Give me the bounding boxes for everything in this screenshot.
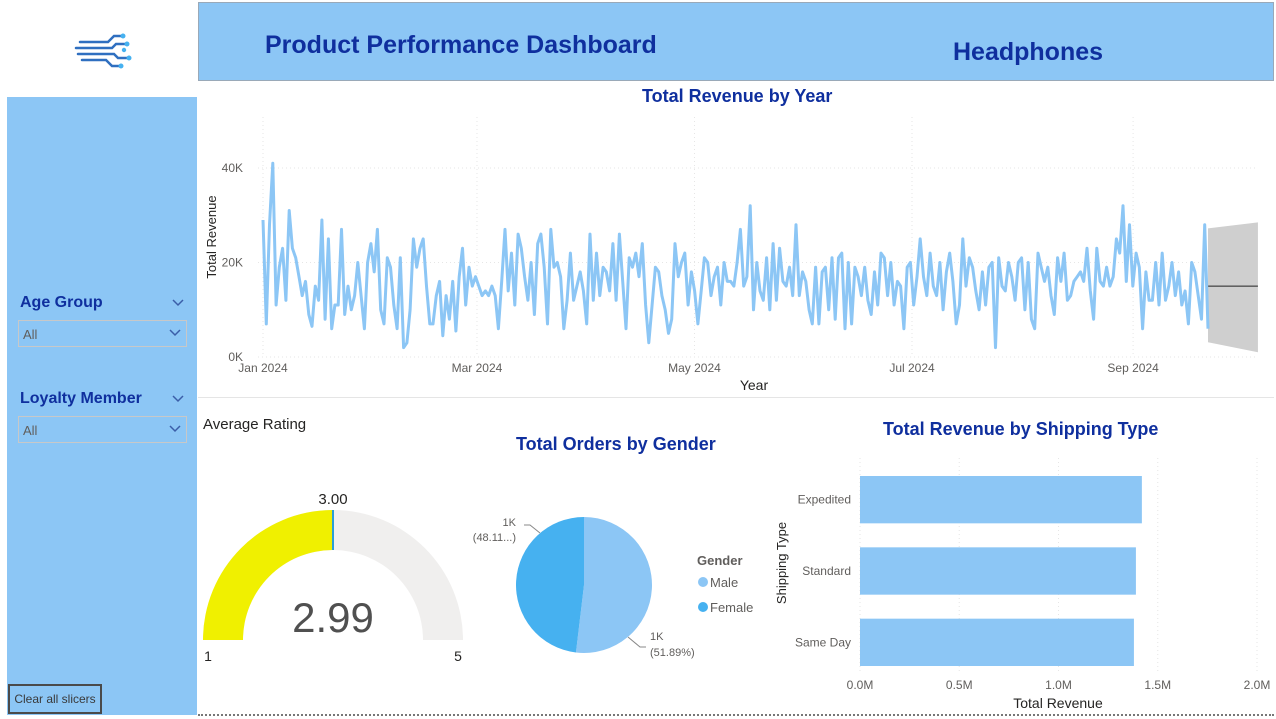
gauge-value: 2.99 bbox=[292, 594, 374, 641]
revenue-by-shipping-bar-chart[interactable]: 0.0M 0.5M 1.0M 1.5M 2.0M Expedited Standard Sam… bbox=[765, 440, 1275, 715]
male-value-label: 1K bbox=[650, 631, 664, 643]
pie-slice-female bbox=[516, 517, 584, 653]
pie-slice-male bbox=[575, 517, 653, 653]
loyalty-member-dropdown[interactable]: All bbox=[18, 416, 187, 443]
logo-panel bbox=[7, 4, 197, 96]
x-tick-label: 2.0M bbox=[1244, 678, 1271, 692]
chevron-down-icon bbox=[169, 425, 181, 433]
product-name: Headphones bbox=[953, 38, 1104, 66]
y-tick-label: 20K bbox=[222, 256, 243, 270]
x-axis-title: Year bbox=[740, 377, 769, 393]
x-tick-label: May 2024 bbox=[668, 361, 721, 375]
male-leader-line bbox=[627, 636, 646, 648]
chevron-down-icon[interactable] bbox=[171, 296, 185, 310]
loyalty-member-value: All bbox=[23, 423, 38, 438]
x-tick-label: Jan 2024 bbox=[238, 361, 288, 375]
page-border bbox=[198, 714, 1274, 717]
female-value-label: 1K bbox=[503, 517, 517, 529]
x-axis-title: Total Revenue bbox=[1013, 695, 1103, 711]
forecast-confidence-band bbox=[1208, 222, 1258, 353]
revenue-line-chart: 0K20K40KJan 2024 Mar 2024 May 2024 Jul 2024… bbox=[204, 117, 1258, 393]
x-tick-label: Mar 2024 bbox=[452, 361, 503, 375]
pie-chart-title: Total Orders by Gender bbox=[516, 434, 716, 454]
x-tick-label: 0.5M bbox=[946, 678, 973, 692]
page-title: Product Performance Dashboard bbox=[265, 31, 657, 59]
age-group-dropdown[interactable]: All bbox=[18, 320, 187, 347]
chevron-down-icon[interactable] bbox=[171, 392, 185, 406]
legend-marker-male bbox=[698, 577, 708, 587]
orders-by-gender-pie[interactable]: 1K (51.89%) 1K (48.11...) Gender Male Female bbox=[460, 485, 790, 685]
x-tick-label: 0.0M bbox=[847, 678, 874, 692]
gauge-title: Average Rating bbox=[203, 416, 307, 433]
gauge-target-label: 3.00 bbox=[318, 491, 347, 508]
gauge-min-label: 1 bbox=[204, 648, 212, 664]
female-leader-line bbox=[524, 524, 541, 534]
age-group-value: All bbox=[23, 327, 38, 342]
male-percent-label: (51.89%) bbox=[650, 647, 695, 659]
chevron-down-icon bbox=[169, 329, 181, 337]
y-tick-label: 40K bbox=[222, 161, 243, 175]
x-tick-label: 1.5M bbox=[1144, 678, 1171, 692]
category-label: Standard bbox=[802, 564, 851, 578]
x-tick-label: 1.0M bbox=[1045, 678, 1072, 692]
legend-label-male: Male bbox=[710, 575, 738, 590]
bar-expedited bbox=[860, 476, 1142, 524]
revenue-series-line bbox=[261, 161, 1210, 350]
bar-chart-title: Total Revenue by Shipping Type bbox=[883, 419, 1159, 439]
loyalty-member-slicer-title: Loyalty Member bbox=[20, 390, 142, 407]
legend-label-female: Female bbox=[710, 600, 753, 615]
average-rating-gauge[interactable]: 3.00 2.99 1 5 bbox=[190, 470, 480, 670]
filter-sidebar: Age Group All Loyalty Member All Clear a… bbox=[7, 97, 197, 715]
legend-marker-female bbox=[698, 602, 708, 612]
circuit-logo-icon bbox=[74, 33, 132, 69]
x-tick-label: Sep 2024 bbox=[1107, 361, 1159, 375]
category-label: Expedited bbox=[798, 493, 851, 507]
clear-all-slicers-button[interactable]: Clear all slicers bbox=[8, 684, 102, 714]
category-label: Same Day bbox=[795, 635, 851, 649]
legend-title: Gender bbox=[697, 553, 743, 568]
age-group-slicer-title: Age Group bbox=[20, 294, 103, 311]
female-percent-label: (48.11...) bbox=[473, 532, 516, 544]
bar-standard bbox=[860, 547, 1136, 595]
bar-same-day bbox=[860, 618, 1134, 666]
y-axis-title: Total Revenue bbox=[204, 195, 219, 278]
x-tick-label: Jul 2024 bbox=[889, 361, 935, 375]
dashboard-header: Product Performance Dashboard Headphones bbox=[198, 2, 1274, 81]
y-axis-title: Shipping Type bbox=[774, 522, 789, 604]
